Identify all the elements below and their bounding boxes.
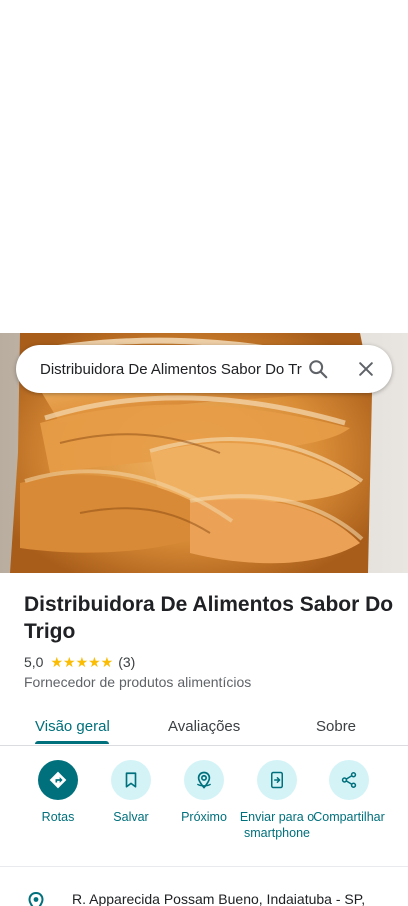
location-pin-icon bbox=[28, 891, 44, 906]
directions-circle bbox=[38, 760, 78, 800]
place-tabs: Visão geral Avaliações Sobre bbox=[0, 706, 408, 746]
share-button[interactable]: Compartilhar bbox=[310, 760, 388, 825]
address-text: R. Apparecida Possam Bueno, Indaiatuba -… bbox=[72, 891, 366, 906]
nearby-icon bbox=[196, 771, 212, 789]
share-icon bbox=[341, 772, 357, 788]
search-icon bbox=[309, 360, 328, 379]
place-category[interactable]: Fornecedor de produtos alimentícios bbox=[24, 674, 251, 690]
search-bar[interactable] bbox=[16, 345, 392, 393]
address-row[interactable]: R. Apparecida Possam Bueno, Indaiatuba -… bbox=[0, 880, 408, 906]
tab-about[interactable]: Sobre bbox=[316, 706, 356, 746]
share-label: Compartilhar bbox=[313, 810, 385, 824]
directions-label: Rotas bbox=[41, 810, 75, 824]
save-circle bbox=[111, 760, 151, 800]
tab-overview[interactable]: Visão geral bbox=[35, 706, 110, 746]
nearby-button[interactable]: Próximo bbox=[165, 760, 243, 825]
section-divider bbox=[0, 866, 408, 867]
save-label: Salvar bbox=[113, 810, 149, 824]
map-area-blank bbox=[0, 0, 408, 333]
rating-value: 5,0 bbox=[24, 654, 44, 670]
directions-icon bbox=[49, 771, 67, 789]
search-button[interactable] bbox=[302, 353, 334, 385]
send-to-phone-icon bbox=[271, 771, 283, 789]
share-circle bbox=[329, 760, 369, 800]
active-tab-indicator bbox=[35, 741, 109, 744]
send-to-phone-circle bbox=[257, 760, 297, 800]
close-icon bbox=[359, 362, 373, 376]
action-buttons: Rotas Salvar Próximo Enviar para o smart… bbox=[0, 760, 408, 860]
search-input[interactable] bbox=[40, 345, 302, 393]
place-title: Distribuidora De Alimentos Sabor Do Trig… bbox=[24, 593, 394, 643]
directions-button[interactable]: Rotas bbox=[19, 760, 97, 825]
send-to-phone-button[interactable]: Enviar para o smartphone bbox=[238, 760, 316, 841]
close-button[interactable] bbox=[350, 353, 382, 385]
star-rating-icon: ★★★★★ bbox=[50, 653, 114, 670]
nearby-circle bbox=[184, 760, 224, 800]
save-button[interactable]: Salvar bbox=[92, 760, 170, 825]
rating-row[interactable]: 5,0 ★★★★★ (3) bbox=[24, 653, 135, 671]
tab-reviews[interactable]: Avaliações bbox=[168, 706, 240, 746]
send-to-phone-label: Enviar para o smartphone bbox=[239, 810, 315, 840]
nearby-label: Próximo bbox=[181, 810, 227, 824]
review-count[interactable]: (3) bbox=[118, 654, 135, 670]
bookmark-icon bbox=[125, 772, 137, 788]
